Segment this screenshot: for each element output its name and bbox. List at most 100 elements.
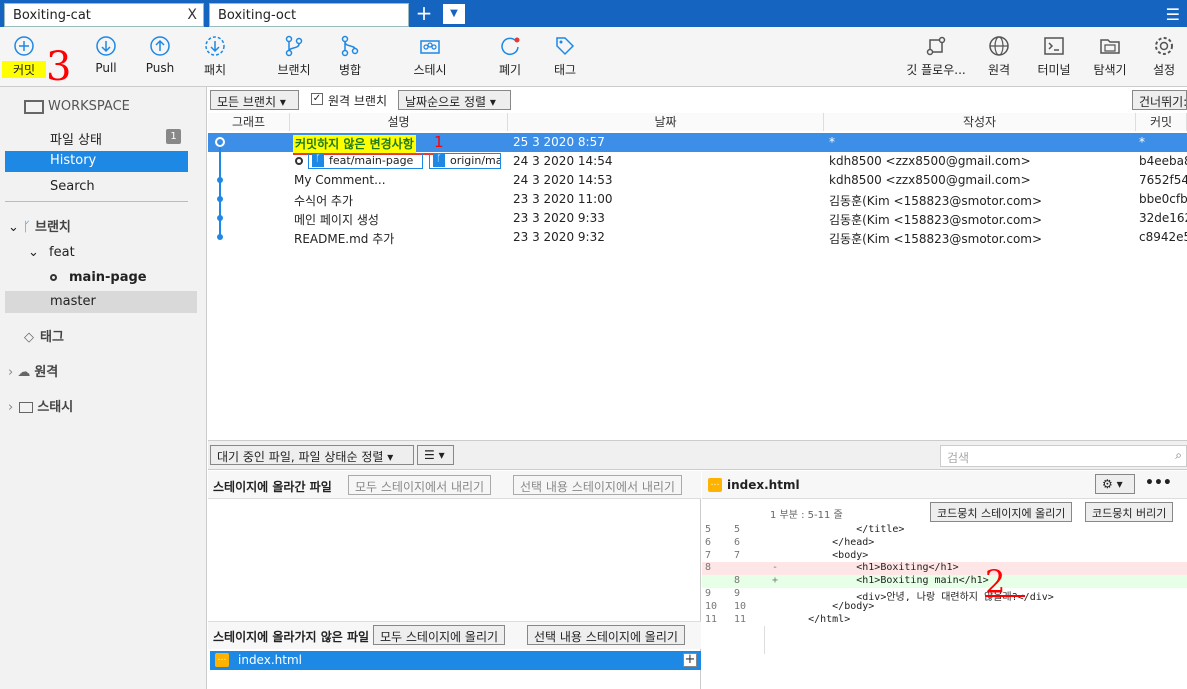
- sidebar-item-remotes[interactable]: › ☁ 원격: [8, 361, 58, 380]
- new-tab-plus-icon[interactable]: +: [411, 3, 437, 25]
- terminal-button[interactable]: 터미널: [1032, 27, 1076, 85]
- staged-title: 스테이지에 올라간 파일: [213, 480, 332, 494]
- stage-all-button[interactable]: 모두 스테이지에 올리기: [373, 625, 506, 645]
- unstage-all-button[interactable]: 모두 스테이지에서 내리기: [348, 475, 492, 495]
- sidebar-item-history[interactable]: History: [5, 151, 188, 172]
- row-4-hash: 32de162: [1139, 211, 1187, 225]
- git-flow-button[interactable]: 깃 플로우...: [903, 27, 969, 85]
- row-3-description[interactable]: 수식어 추가: [294, 192, 353, 209]
- remote-button[interactable]: 원격: [977, 27, 1021, 85]
- uncommitted-node: [215, 137, 225, 147]
- more-options-icon[interactable]: •••: [1145, 475, 1172, 491]
- stage-file-plus-icon[interactable]: +: [683, 653, 697, 667]
- row-4-description[interactable]: 메인 페이지 생성: [294, 211, 379, 228]
- terminal-label: 터미널: [1037, 63, 1071, 77]
- column-graph[interactable]: 그래프: [208, 113, 290, 131]
- branch-icon: ᚴ: [312, 154, 324, 167]
- sidebar-item-branches[interactable]: ⌄ ᚴ 브랜치: [8, 216, 71, 235]
- diff-new-line-number: 5: [734, 524, 741, 535]
- gear-icon: ⚙: [1102, 477, 1113, 491]
- stage-hunk-button[interactable]: 코드뭉치 스테이지에 올리기: [930, 502, 1073, 522]
- hunk-header: 1 부분 : 5-11 줄: [770, 510, 843, 521]
- diff-line[interactable]: 5 5 </title>: [702, 524, 1187, 537]
- chevron-down-icon: ⌄: [8, 220, 19, 235]
- pending-files-sort-dropdown[interactable]: 대기 중인 파일, 파일 상태순 정렬 ▾: [210, 445, 414, 465]
- branch-label-feat-main-page[interactable]: feat/main-page: [308, 153, 423, 169]
- explorer-button[interactable]: 탐색기: [1086, 27, 1134, 85]
- fetch-icon: [205, 36, 225, 56]
- sidebar-item-master[interactable]: master: [5, 291, 197, 313]
- branch-button[interactable]: 브랜치: [272, 27, 316, 85]
- diff-line[interactable]: 11 11 </html>: [702, 613, 1187, 627]
- toolbar: 커밋 Pull Push 패치 브랜치 병합 스테시 폐기 태그 깃 플로우..…: [0, 27, 1187, 89]
- merge-label: 병합: [338, 63, 362, 77]
- uncommitted-description[interactable]: 커밋하지 않은 변경사항: [293, 135, 416, 153]
- chevron-down-icon: ⌄: [28, 245, 39, 260]
- unstage-selected-button[interactable]: 선택 내용 스테이지에서 내리기: [513, 475, 682, 495]
- search-input[interactable]: 검색 ⌕: [940, 445, 1187, 467]
- push-label: Push: [145, 61, 175, 75]
- diff-line[interactable]: 8 + <h1>Boxiting main</h1>: [702, 575, 1187, 588]
- diff-line[interactable]: 7 7 <body>: [702, 549, 1187, 563]
- jump-to-input[interactable]: 건너뛰기:: [1132, 90, 1187, 110]
- row-3-date: 23 3 2020 11:00: [513, 192, 613, 206]
- discard-icon: [501, 37, 520, 56]
- sort-by-date-dropdown[interactable]: 날짜순으로 정렬 ▾: [398, 90, 511, 110]
- diff-old-line-number: 5: [705, 524, 712, 535]
- column-date[interactable]: 날짜: [508, 113, 824, 131]
- diff-line[interactable]: 10 10 </body>: [702, 600, 1187, 614]
- modified-file-icon: …: [215, 653, 229, 667]
- sidebar-item-search[interactable]: Search: [50, 179, 95, 194]
- tag-label: 태그: [553, 63, 577, 77]
- diff-options-gear-dropdown[interactable]: ⚙ ▾: [1095, 474, 1135, 494]
- sidebar-item-tags[interactable]: ◇ 태그: [24, 326, 64, 345]
- workspace-header: WORKSPACE: [24, 99, 130, 114]
- tab-label: Boxiting-oct: [218, 8, 297, 23]
- tab-boxiting-oct[interactable]: Boxiting-oct: [209, 3, 409, 27]
- stash-button[interactable]: 스테시: [405, 27, 455, 85]
- diff-code: <body>: [784, 549, 869, 561]
- unstaged-file-row[interactable]: index.html: [210, 651, 701, 670]
- sidebar-item-main-page[interactable]: main-page: [50, 270, 147, 285]
- fetch-button[interactable]: 패치: [193, 27, 237, 85]
- terminal-icon: [1044, 37, 1064, 55]
- all-branches-dropdown[interactable]: 모든 브랜치 ▾: [210, 90, 299, 110]
- row-2-description[interactable]: My Comment...: [294, 173, 386, 187]
- remote-branches-checkbox[interactable]: ✓: [311, 93, 323, 105]
- push-button[interactable]: Push: [138, 27, 182, 85]
- diff-line[interactable]: 99 <div>안녕, 나랑 대련하지 않을래?</div>: [702, 587, 1187, 603]
- discard-hunk-button[interactable]: 코드뭉치 버리기: [1085, 502, 1174, 522]
- column-commit[interactable]: 커밋: [1136, 113, 1187, 131]
- diff-new-line-number: 9: [734, 587, 741, 599]
- settings-button[interactable]: 설정: [1142, 27, 1186, 85]
- sidebar-item-file-status[interactable]: 파일 상태: [50, 129, 102, 148]
- diff-code: <h1>Boxiting main</h1>: [784, 575, 989, 587]
- chevron-right-icon: ›: [8, 365, 14, 380]
- stash-icon: [420, 40, 440, 54]
- stage-selected-button[interactable]: 선택 내용 스테이지에 올리기: [527, 625, 685, 645]
- hamburger-menu-icon[interactable]: ☰: [1166, 5, 1180, 24]
- column-author[interactable]: 작성자: [824, 113, 1136, 131]
- row-5-author: 김동훈(Kim <158823@smotor.com>: [829, 232, 1043, 246]
- commit-label: 커밋: [2, 61, 46, 78]
- sidebar-item-feat[interactable]: ⌄ feat: [28, 245, 75, 260]
- sidebar-item-stashes[interactable]: › 스태시: [8, 396, 73, 415]
- row-4-author: 김동훈(Kim <158823@smotor.com>: [829, 213, 1043, 227]
- row-5-description[interactable]: README.md 추가: [294, 230, 394, 247]
- commit-button[interactable]: 커밋: [2, 27, 46, 85]
- discard-button[interactable]: 폐기: [488, 27, 532, 85]
- tab-boxiting-cat[interactable]: Boxiting-cat X: [4, 3, 204, 27]
- column-description[interactable]: 설명: [290, 113, 508, 131]
- row-2-date: 24 3 2020 14:53: [513, 173, 613, 187]
- tag-button[interactable]: 태그: [543, 27, 587, 85]
- tab-dropdown-icon[interactable]: ▼: [443, 4, 465, 24]
- diff-line[interactable]: 8 - <h1>Boxiting</h1>: [702, 562, 1187, 576]
- pull-button[interactable]: Pull: [84, 27, 128, 85]
- close-icon[interactable]: X: [187, 7, 197, 23]
- diff-line[interactable]: 6 6 </head>: [702, 536, 1187, 550]
- row-3-hash: bbe0cfb: [1139, 192, 1187, 206]
- row-1-hash: b4eeba8: [1139, 154, 1187, 168]
- view-mode-dropdown[interactable]: ☰ ▾: [417, 445, 454, 465]
- merge-button[interactable]: 병합: [328, 27, 372, 85]
- row-0-date: 25 3 2020 8:57: [513, 135, 605, 149]
